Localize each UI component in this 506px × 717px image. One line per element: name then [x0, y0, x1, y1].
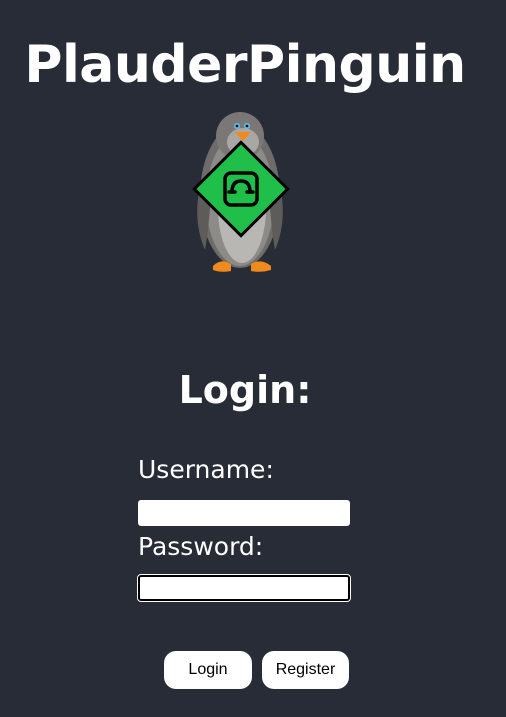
password-label: Password: [138, 532, 264, 561]
username-input[interactable] [138, 500, 350, 526]
password-input[interactable] [137, 574, 351, 602]
login-button[interactable]: Login [164, 651, 252, 689]
penguin-logo-icon [192, 112, 290, 272]
username-label: Username: [138, 455, 274, 484]
login-heading: Login: [178, 368, 312, 412]
register-button[interactable]: Register [262, 651, 349, 689]
app-title: PlauderPinguin [24, 35, 466, 95]
